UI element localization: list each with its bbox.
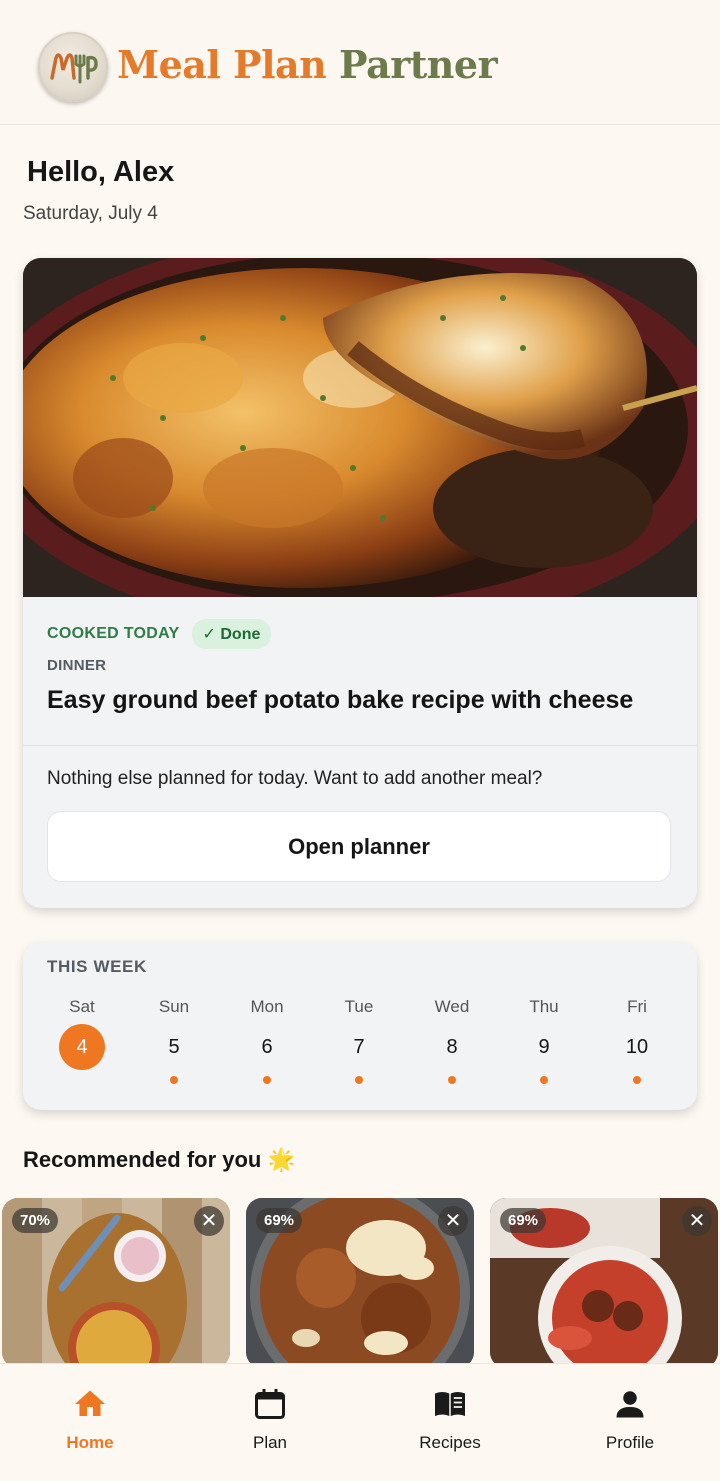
nav-label: Recipes bbox=[419, 1433, 481, 1452]
close-icon[interactable]: ✕ bbox=[682, 1206, 712, 1236]
nav-recipes[interactable]: Recipes bbox=[360, 1364, 540, 1481]
day-mon[interactable]: Mon 6 bbox=[227, 942, 307, 1110]
day-sat[interactable]: Sat 4 bbox=[42, 942, 122, 1110]
match-percentage: 69% bbox=[256, 1208, 303, 1233]
nav-label: Home bbox=[66, 1433, 114, 1452]
nav-label: Plan bbox=[252, 1433, 288, 1452]
meal-type-label: DINNER bbox=[47, 657, 107, 674]
planned-indicator bbox=[263, 1076, 271, 1084]
empty-plan-message: Nothing else planned for today. Want to … bbox=[47, 768, 543, 789]
done-badge: ✓ Done bbox=[191, 619, 272, 649]
day-number: 10 bbox=[625, 1036, 649, 1058]
meal-status-row: COOKED TODAY ✓ Done bbox=[47, 619, 272, 649]
recommended-card[interactable]: 69% ✕ bbox=[246, 1198, 474, 1368]
close-icon[interactable]: ✕ bbox=[438, 1206, 468, 1236]
today-meal-card: COOKED TODAY ✓ Done DINNER Easy ground b… bbox=[23, 258, 697, 908]
planned-indicator bbox=[170, 1076, 178, 1084]
day-number: 9 bbox=[538, 1036, 550, 1058]
nav-home[interactable]: Home bbox=[0, 1364, 180, 1481]
day-tue[interactable]: Tue 7 bbox=[319, 942, 399, 1110]
day-name: Mon bbox=[250, 997, 284, 1016]
recommended-heading: Recommended for you 🌟 bbox=[23, 1147, 295, 1172]
day-name: Sat bbox=[69, 997, 95, 1016]
week-card: THIS WEEK Sat 4 Sun 5 Mon 6 Tue 7 Wed 8 … bbox=[23, 942, 697, 1110]
home-icon bbox=[75, 1390, 105, 1416]
person-icon bbox=[616, 1391, 644, 1418]
match-percentage: 70% bbox=[12, 1208, 59, 1233]
logo-mark bbox=[50, 53, 98, 84]
open-planner-button[interactable]: Open planner bbox=[47, 811, 671, 882]
brand-word-meal-plan: Meal Plan bbox=[117, 42, 327, 87]
planned-indicator bbox=[448, 1076, 456, 1084]
day-number: 5 bbox=[168, 1036, 180, 1058]
calendar-icon bbox=[255, 1389, 285, 1419]
meal-photo[interactable] bbox=[23, 258, 697, 597]
day-name: Sun bbox=[158, 997, 190, 1016]
day-number: 6 bbox=[261, 1036, 273, 1058]
nav-plan[interactable]: Plan bbox=[180, 1364, 360, 1481]
recommended-card[interactable]: 70% ✕ bbox=[2, 1198, 230, 1368]
day-name: Thu bbox=[529, 997, 559, 1016]
match-percentage: 69% bbox=[500, 1208, 547, 1233]
close-icon[interactable]: ✕ bbox=[194, 1206, 224, 1236]
planned-indicator bbox=[540, 1076, 548, 1084]
day-name: Tue bbox=[344, 997, 374, 1016]
day-number: 7 bbox=[353, 1036, 365, 1058]
nav-profile[interactable]: Profile bbox=[540, 1364, 720, 1481]
greeting: Hello, Alex bbox=[27, 156, 175, 188]
current-date: Saturday, July 4 bbox=[23, 203, 158, 224]
day-thu[interactable]: Thu 9 bbox=[504, 942, 584, 1110]
day-name: Wed bbox=[434, 997, 470, 1016]
recommended-card[interactable]: 69% ✕ bbox=[490, 1198, 718, 1368]
bottom-navigation: Home Plan Recipes Profile bbox=[0, 1363, 720, 1481]
card-divider bbox=[23, 745, 697, 746]
meal-title[interactable]: Easy ground beef potato bake recipe with… bbox=[47, 686, 633, 715]
planned-indicator bbox=[633, 1076, 641, 1084]
day-number-selected: 4 bbox=[59, 1024, 105, 1070]
day-number: 8 bbox=[446, 1036, 458, 1058]
brand-word-partner: Partner bbox=[339, 42, 498, 87]
day-sun[interactable]: Sun 5 bbox=[134, 942, 214, 1110]
day-fri[interactable]: Fri 10 bbox=[597, 942, 677, 1110]
book-icon bbox=[435, 1392, 465, 1416]
logo bbox=[38, 32, 108, 102]
planned-indicator bbox=[355, 1076, 363, 1084]
app-header: Meal Plan Partner bbox=[0, 0, 720, 125]
nav-label: Profile bbox=[605, 1433, 655, 1452]
cooked-today-label: COOKED TODAY bbox=[47, 625, 180, 642]
day-name: Fri bbox=[627, 997, 647, 1016]
app-title: Meal Plan Partner bbox=[117, 42, 498, 87]
day-wed[interactable]: Wed 8 bbox=[412, 942, 492, 1110]
